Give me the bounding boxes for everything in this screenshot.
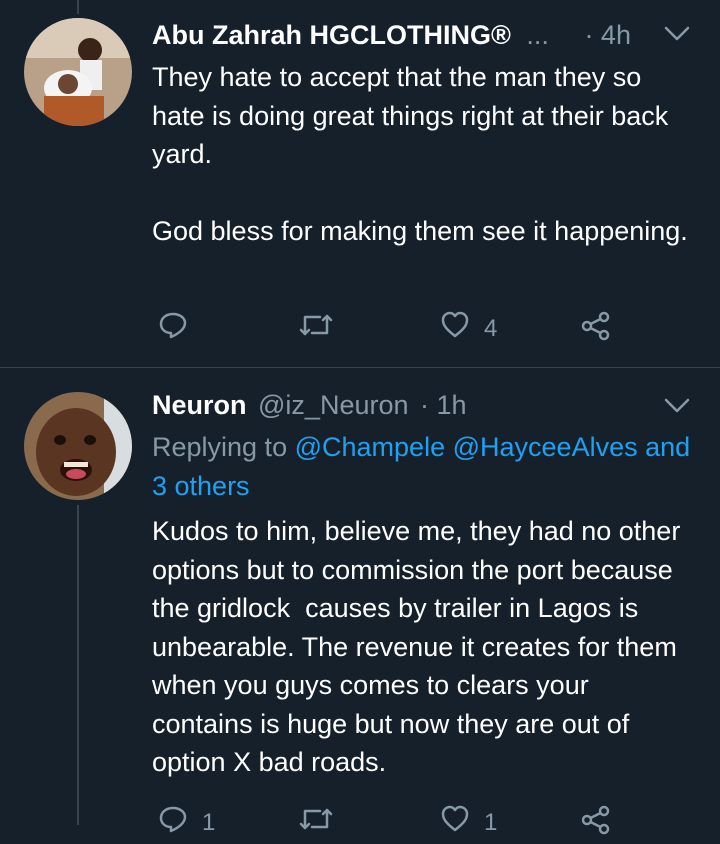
retweet-button[interactable] [298,804,348,841]
tweet-1[interactable]: Abu Zahrah HGCLOTHING® ... · 4h They hat… [0,0,720,368]
retweet-icon [298,804,334,841]
author-name[interactable]: Abu Zahrah HGCLOTHING® [152,20,511,50]
reply-icon [158,804,188,841]
tweet-body: Kudos to him, believe me, they had no ot… [152,516,688,777]
like-button[interactable]: 1 [440,804,497,841]
author-name[interactable]: Neuron [152,390,247,420]
replying-to-prefix: Replying to [152,432,288,462]
author-handle[interactable]: @iz_Neuron [258,390,408,420]
share-icon [580,804,612,843]
reply-button[interactable] [158,310,202,347]
avatar[interactable] [24,392,132,500]
reply-button[interactable]: 1 [158,804,215,841]
avatar[interactable] [24,18,132,126]
share-icon [580,310,612,349]
mention-link[interactable]: @HayceeAlves [453,432,638,462]
tweet-body: They hate to accept that the man they so… [152,62,688,246]
reply-icon [158,310,188,347]
share-button[interactable] [580,310,612,349]
chevron-down-icon[interactable] [664,26,690,47]
heart-icon [440,804,470,841]
tweet-header: Neuron @iz_Neuron · 1h [152,390,467,421]
tweet-time[interactable]: · 4h [584,20,631,50]
chevron-down-icon[interactable] [664,398,690,419]
tweet-actions: 1 1 [0,804,720,844]
tweet-actions: 4 [0,310,720,350]
reply-count: 1 [202,808,216,836]
retweet-button[interactable] [298,310,348,347]
share-button[interactable] [580,804,612,843]
tweet-time[interactable]: · 1h [420,390,467,420]
retweet-icon [298,310,334,347]
like-count: 4 [484,314,498,342]
tweet-2[interactable]: Neuron @iz_Neuron · 1h Replying to @Cham… [0,368,720,836]
avatar-image [24,392,132,500]
like-count: 1 [484,808,498,836]
avatar-image [24,18,132,126]
truncation-ellipsis: ... [526,20,549,50]
heart-icon [440,310,470,347]
mention-link[interactable]: @Champele [295,432,445,462]
like-button[interactable]: 4 [440,310,497,347]
tweet-header: Abu Zahrah HGCLOTHING® ... · 4h [152,20,631,51]
replying-to: Replying to @Champele @HayceeAlves and 3… [152,428,702,505]
